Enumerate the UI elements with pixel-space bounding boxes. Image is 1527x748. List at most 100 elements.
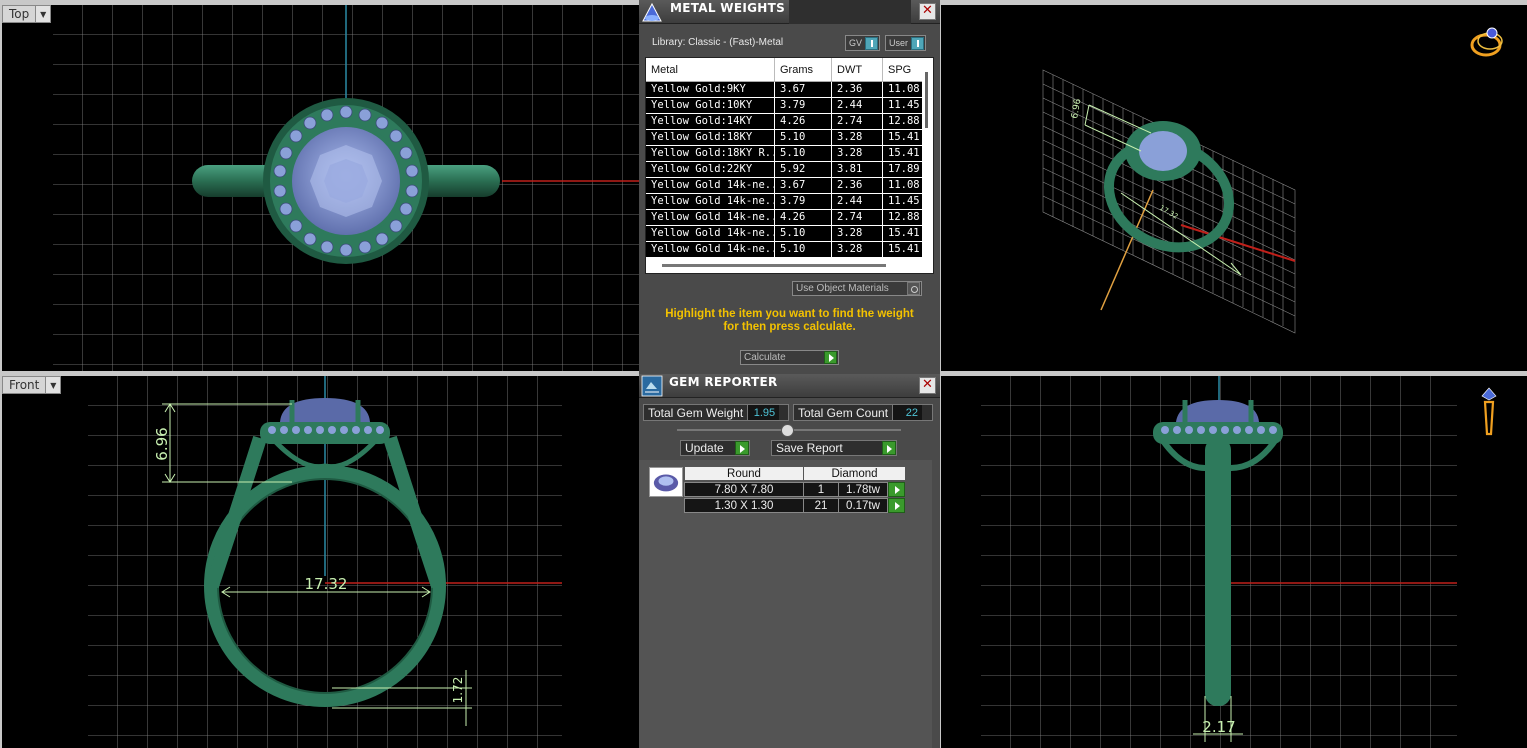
splitter-handle[interactable] xyxy=(781,424,794,437)
table-row[interactable]: Yellow Gold:14KY 4.26 2.74 12.88 xyxy=(646,114,922,130)
column-header-metal[interactable]: Metal xyxy=(646,58,775,81)
side-view-scene: 2.17 xyxy=(981,376,1457,748)
table-row[interactable]: Yellow Gold 14k-ne... 5.10 3.28 15.41 xyxy=(646,226,922,242)
metal-cell: Yellow Gold 14k-ne... xyxy=(646,210,775,225)
metal-weights-titlebar[interactable]: METAL WEIGHTS ✕ xyxy=(639,0,940,24)
spg-cell: 11.45 xyxy=(888,195,920,207)
metal-cell: Yellow Gold:22KY xyxy=(646,162,775,177)
total-gem-weight: Total Gem Weight 1.95 xyxy=(643,404,789,421)
table-row[interactable]: Yellow Gold:9KY 3.67 2.36 11.08 xyxy=(646,82,922,98)
gem-count: 21 xyxy=(803,498,839,513)
table-row[interactable]: Yellow Gold:18KY 5.10 3.28 15.41 xyxy=(646,130,922,146)
spg-cell: 15.41 xyxy=(888,147,920,159)
close-icon[interactable]: ✕ xyxy=(919,3,936,20)
spg-cell: 12.88 xyxy=(888,115,920,127)
table-row[interactable]: Yellow Gold 14k-ne... 3.67 2.36 11.08 xyxy=(646,178,922,194)
pendant-icon[interactable] xyxy=(1479,386,1499,438)
shank-height-dimension: 1.72 xyxy=(451,677,465,704)
metal-cell: Yellow Gold 14k-ne... xyxy=(646,178,775,193)
total-gem-weight-value: 1.95 xyxy=(747,405,780,420)
gem-select-button[interactable] xyxy=(888,498,905,513)
side-viewport[interactable]: 2.17 xyxy=(941,376,1527,748)
gv-label: GV xyxy=(849,38,863,48)
column-header-grams[interactable]: Grams xyxy=(775,58,832,81)
radio-icon xyxy=(907,282,920,295)
table-row[interactable]: Yellow Gold:18KY R... 5.10 3.28 15.41 xyxy=(646,146,922,162)
front-view-label[interactable]: Front ▼ xyxy=(2,376,62,394)
save-report-button[interactable]: Save Report xyxy=(771,440,897,456)
horizontal-scrollbar[interactable] xyxy=(662,264,886,267)
title-tab xyxy=(789,0,911,24)
metal-cell: Yellow Gold:18KY xyxy=(646,130,775,145)
spg-cell: 15.41 xyxy=(888,131,920,143)
total-gem-weight-label: Total Gem Weight xyxy=(648,405,744,420)
top-viewport[interactable]: Top ▼ xyxy=(2,5,639,371)
view-label-text: Top xyxy=(3,6,37,22)
table-body: Yellow Gold:9KY 3.67 2.36 11.08 Yellow Gold:… xyxy=(646,82,922,258)
gem-select-button[interactable] xyxy=(888,482,905,497)
ring-orbit-icon[interactable] xyxy=(1468,25,1508,61)
dwt-cell: 2.44 xyxy=(832,194,883,209)
table-row[interactable]: Yellow Gold:10KY 3.79 2.44 11.45 xyxy=(646,98,922,114)
metal-cell: Yellow Gold:14KY xyxy=(646,114,775,129)
table-row[interactable]: Yellow Gold:22KY 5.92 3.81 17.89 xyxy=(646,162,922,178)
grams-cell: 5.10 xyxy=(775,226,832,241)
grams-cell: 5.92 xyxy=(775,162,832,177)
library-label: Library: Classic - (Fast)-Metal xyxy=(652,37,784,48)
dwt-cell: 3.81 xyxy=(832,162,883,177)
vertical-scrollbar[interactable] xyxy=(921,72,933,232)
grams-cell: 3.79 xyxy=(775,194,832,209)
spg-cell: 12.88 xyxy=(888,211,920,223)
user-label: User xyxy=(889,38,909,48)
top-view-label[interactable]: Top ▼ xyxy=(2,5,52,23)
grams-cell: 3.67 xyxy=(775,82,832,97)
gem-thumbnail-icon xyxy=(649,467,683,497)
shank-width-dimension: 2.17 xyxy=(1202,718,1235,736)
metal-cell: Yellow Gold 14k-ne... xyxy=(646,226,775,241)
column-header-spg[interactable]: SPG xyxy=(883,58,922,81)
table-row[interactable]: Yellow Gold 14k-ne... 3.79 2.44 11.45 xyxy=(646,194,922,210)
dwt-cell: 2.36 xyxy=(832,82,883,97)
scroll-thumb[interactable] xyxy=(925,72,928,128)
spg-cell: 11.08 xyxy=(888,179,920,191)
column-header-dwt[interactable]: DWT xyxy=(832,58,883,81)
gem-material-header: Diamond xyxy=(803,466,906,481)
metal-cell: Yellow Gold 14k-ne... xyxy=(646,194,775,209)
gv-toggle[interactable]: GV xyxy=(845,35,881,51)
grams-cell: 5.10 xyxy=(775,146,832,161)
spg-cell: 15.41 xyxy=(888,243,920,255)
metal-cell: Yellow Gold:9KY xyxy=(646,82,775,97)
use-object-materials-toggle[interactable]: Use Object Materials xyxy=(792,281,922,296)
app-window: Top ▼ 6.96 17.32 6.96 17.32 1.72 Front ▼… xyxy=(0,0,1527,748)
top-view-scene xyxy=(53,5,639,371)
user-toggle[interactable]: User xyxy=(885,35,927,51)
update-button[interactable]: Update xyxy=(680,440,750,456)
dwt-cell: 2.44 xyxy=(832,98,883,113)
grams-cell: 4.26 xyxy=(775,114,832,129)
grams-cell: 5.10 xyxy=(775,242,832,257)
gem-reporter-titlebar[interactable]: GEM REPORTER ✕ xyxy=(639,374,940,398)
grams-cell: 3.79 xyxy=(775,98,832,113)
grams-cell: 5.10 xyxy=(775,130,832,145)
gem-shape-header: Round xyxy=(684,466,804,481)
front-viewport[interactable]: 6.96 17.32 1.72 Front ▼ xyxy=(2,376,639,748)
dwt-cell: 3.28 xyxy=(832,130,883,145)
view-label-text: Front xyxy=(3,377,47,393)
perspective-viewport[interactable]: 6.96 17.32 xyxy=(941,5,1527,371)
go-arrow-icon xyxy=(824,351,837,364)
total-gem-count-value: 22 xyxy=(892,405,923,420)
instruction-line-1: Highlight the item you want to find the … xyxy=(665,308,914,320)
save-report-label: Save Report xyxy=(776,441,843,455)
metal-weights-table: Metal Grams DWT SPG Yellow Gold:9KY 3.67 2… xyxy=(645,57,934,274)
calculate-button[interactable]: Calculate xyxy=(740,350,839,365)
close-icon[interactable]: ✕ xyxy=(919,377,936,394)
dropdown-arrow-icon[interactable]: ▼ xyxy=(46,377,61,393)
dwt-cell: 3.28 xyxy=(832,146,883,161)
total-gem-count-label: Total Gem Count xyxy=(798,405,889,420)
update-label: Update xyxy=(685,441,724,455)
table-row[interactable]: Yellow Gold 14k-ne... 5.10 3.28 15.41 xyxy=(646,242,922,258)
metal-weights-icon xyxy=(642,2,662,22)
table-row[interactable]: Yellow Gold 14k-ne... 4.26 2.74 12.88 xyxy=(646,210,922,226)
dwt-cell: 3.28 xyxy=(832,242,883,257)
dropdown-arrow-icon[interactable]: ▼ xyxy=(36,6,51,22)
